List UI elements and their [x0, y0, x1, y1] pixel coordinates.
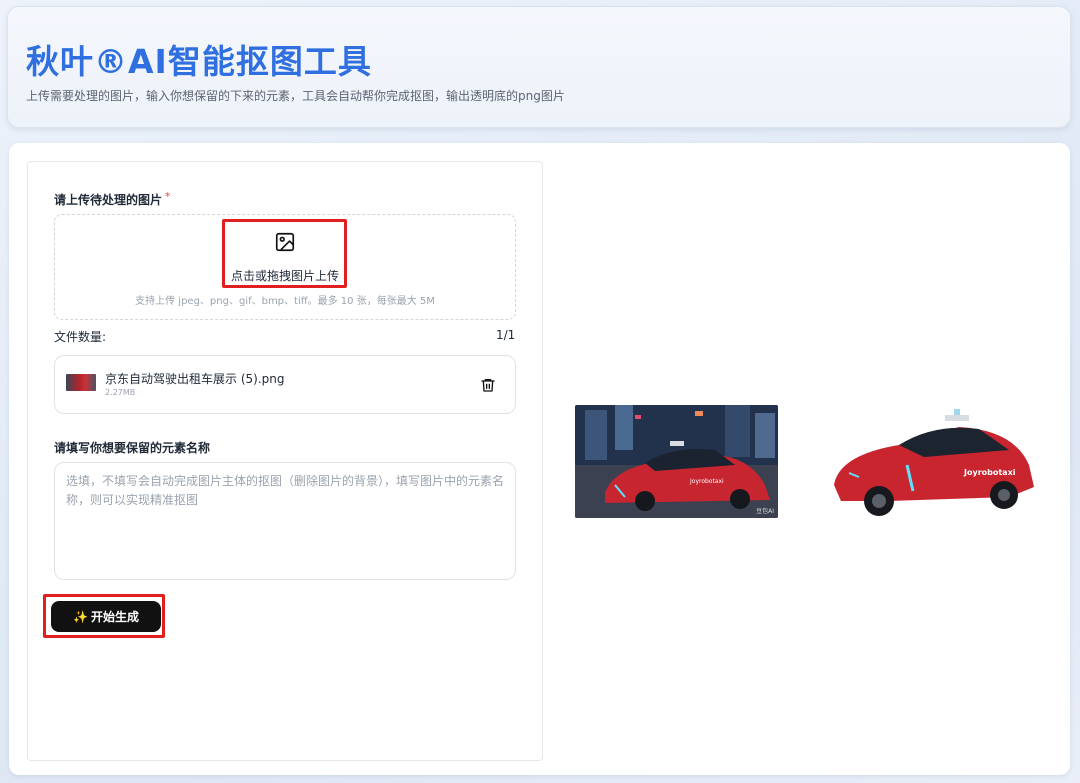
- watermark: 豆包AI: [756, 508, 774, 515]
- main-panel: 请上传待处理的图片 * 点击或拖拽图片上传 支持上传 jpeg、png、gif、b…: [9, 143, 1070, 775]
- page-subtitle: 上传需要处理的图片，输入你想保留的下来的元素，工具会自动帮你完成抠图，输出透明底…: [26, 89, 565, 103]
- upload-label: 请上传待处理的图片 *: [54, 190, 171, 208]
- original-car-brand: Joyrobotaxi: [689, 478, 724, 485]
- trash-icon[interactable]: [480, 376, 496, 394]
- upload-label-text: 请上传待处理的图片: [54, 193, 163, 207]
- file-name: 京东自动驾驶出租车展示 (5).png: [105, 372, 285, 386]
- form-card: 请上传待处理的图片 * 点击或拖拽图片上传 支持上传 jpeg、png、gif、b…: [27, 161, 543, 761]
- file-thumbnail: [66, 374, 96, 391]
- original-image-preview: Joyrobotaxi 豆包AI: [575, 405, 778, 518]
- original-car-image: Joyrobotaxi: [575, 405, 778, 518]
- page-header: 秋叶®AI智能抠图工具 上传需要处理的图片，输入你想保留的下来的元素，工具会自动…: [7, 6, 1071, 128]
- file-list-item: 京东自动驾驶出租车展示 (5).png 2.27MB: [54, 355, 516, 414]
- sparkle-icon: ✨: [73, 609, 88, 624]
- generate-button[interactable]: ✨ 开始生成: [51, 601, 161, 632]
- page-title: 秋叶®AI智能抠图工具: [26, 42, 372, 81]
- upload-action-text: 点击或拖拽图片上传: [230, 269, 339, 283]
- image-icon: [275, 232, 295, 252]
- required-mark: *: [165, 190, 171, 203]
- element-label: 请填写你想要保留的元素名称: [54, 441, 211, 455]
- file-count-value: 1/1: [496, 328, 516, 342]
- upload-hint: 支持上传 jpeg、png、gif、bmp、tiff。最多 10 张，每张最大 …: [135, 296, 435, 307]
- element-name-textarea[interactable]: [54, 462, 516, 580]
- result-cutout-image: Joyrobotaxi: [834, 409, 1034, 516]
- file-count-label: 文件数量:: [54, 330, 107, 344]
- result-car-brand: Joyrobotaxi: [963, 468, 1016, 477]
- upload-dropzone[interactable]: 点击或拖拽图片上传 支持上传 jpeg、png、gif、bmp、tiff。最多 …: [54, 214, 516, 320]
- generate-button-label: 开始生成: [90, 610, 139, 624]
- file-size: 2.27MB: [105, 388, 136, 397]
